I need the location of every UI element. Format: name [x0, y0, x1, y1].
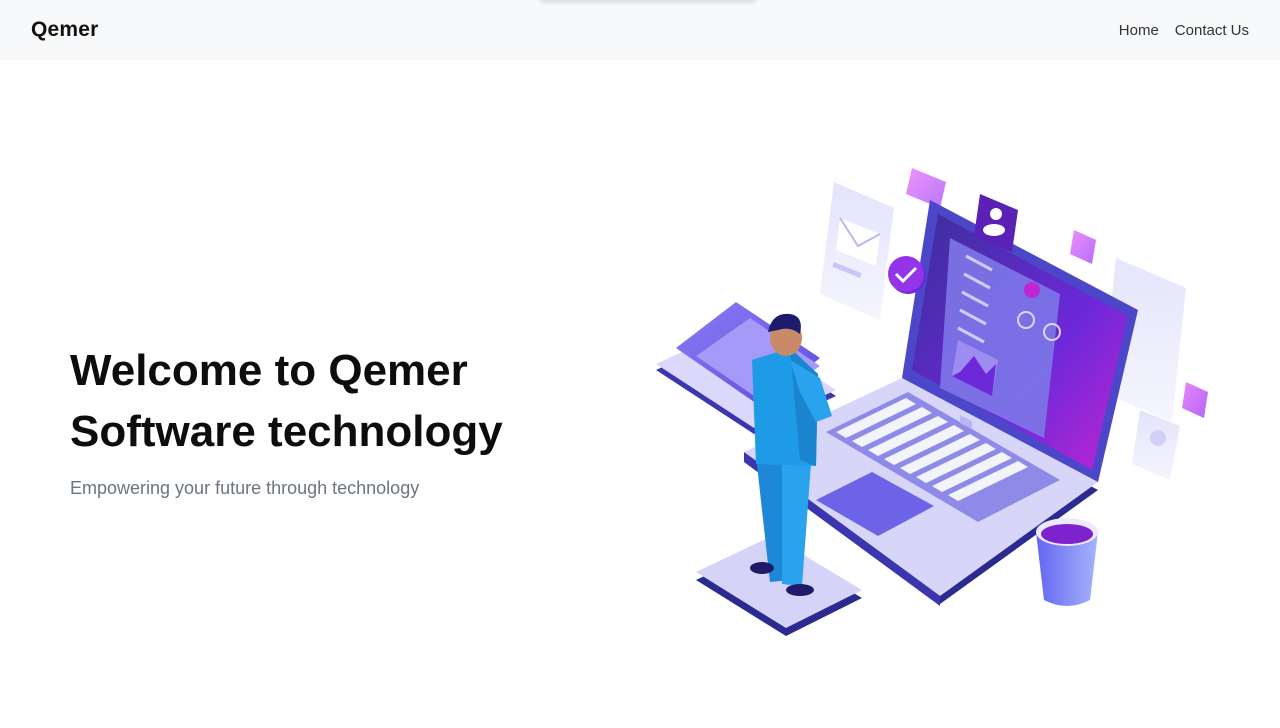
navbar: Qemer Home Contact Us: [0, 0, 1280, 60]
nav-links: Home Contact Us: [1119, 22, 1249, 39]
brand-logo[interactable]: Qemer: [31, 18, 99, 42]
pen-cup: [1036, 518, 1098, 606]
hero-title-line2: Software technology: [70, 407, 503, 456]
nav-link-contact-us[interactable]: Contact Us: [1175, 22, 1249, 39]
hero-title-line1: Welcome to Qemer: [70, 346, 468, 395]
mail-card: [820, 182, 894, 320]
hero-section: Welcome to Qemer Software technology Emp…: [70, 340, 630, 499]
nav-link-home[interactable]: Home: [1119, 22, 1159, 39]
isometric-laptop-illustration: [656, 168, 1208, 636]
hero-title: Welcome to Qemer Software technology: [70, 340, 630, 462]
hero-subtitle: Empowering your future through technolog…: [70, 478, 420, 498]
